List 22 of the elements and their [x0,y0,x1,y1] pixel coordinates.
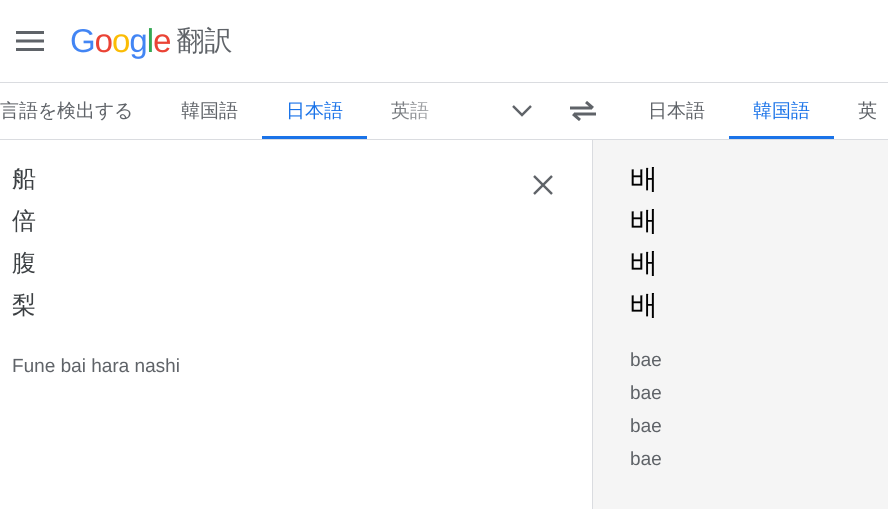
language-tab[interactable]: 言語を検出する [0,83,157,139]
language-tab[interactable]: 英語 [367,83,453,139]
logo: Google [70,22,170,60]
language-tab[interactable]: 日本語 [624,83,729,139]
language-tab[interactable]: 韓国語 [157,83,262,139]
romanization-text: bae [630,349,662,373]
source-text: 倍 [12,206,36,237]
source-text: 梨 [12,290,36,321]
menu-icon[interactable] [16,31,44,51]
app-title: 翻訳 [176,23,232,59]
source-text: 船 [12,164,36,195]
language-tab[interactable]: 日本語 [262,83,367,139]
romanization-text: bae [630,448,662,472]
translation-text: 배 [630,245,658,281]
romanization-text: bae [630,382,662,406]
language-tab[interactable]: 英 [834,83,888,139]
romanization-text: bae [630,415,662,439]
romanization-text: Fune bai hara nashi [12,356,180,378]
translation-text: 배 [630,161,658,197]
translation-text: 배 [630,203,658,239]
translation-text: 배 [630,287,658,323]
source-text: 腹 [12,248,36,279]
